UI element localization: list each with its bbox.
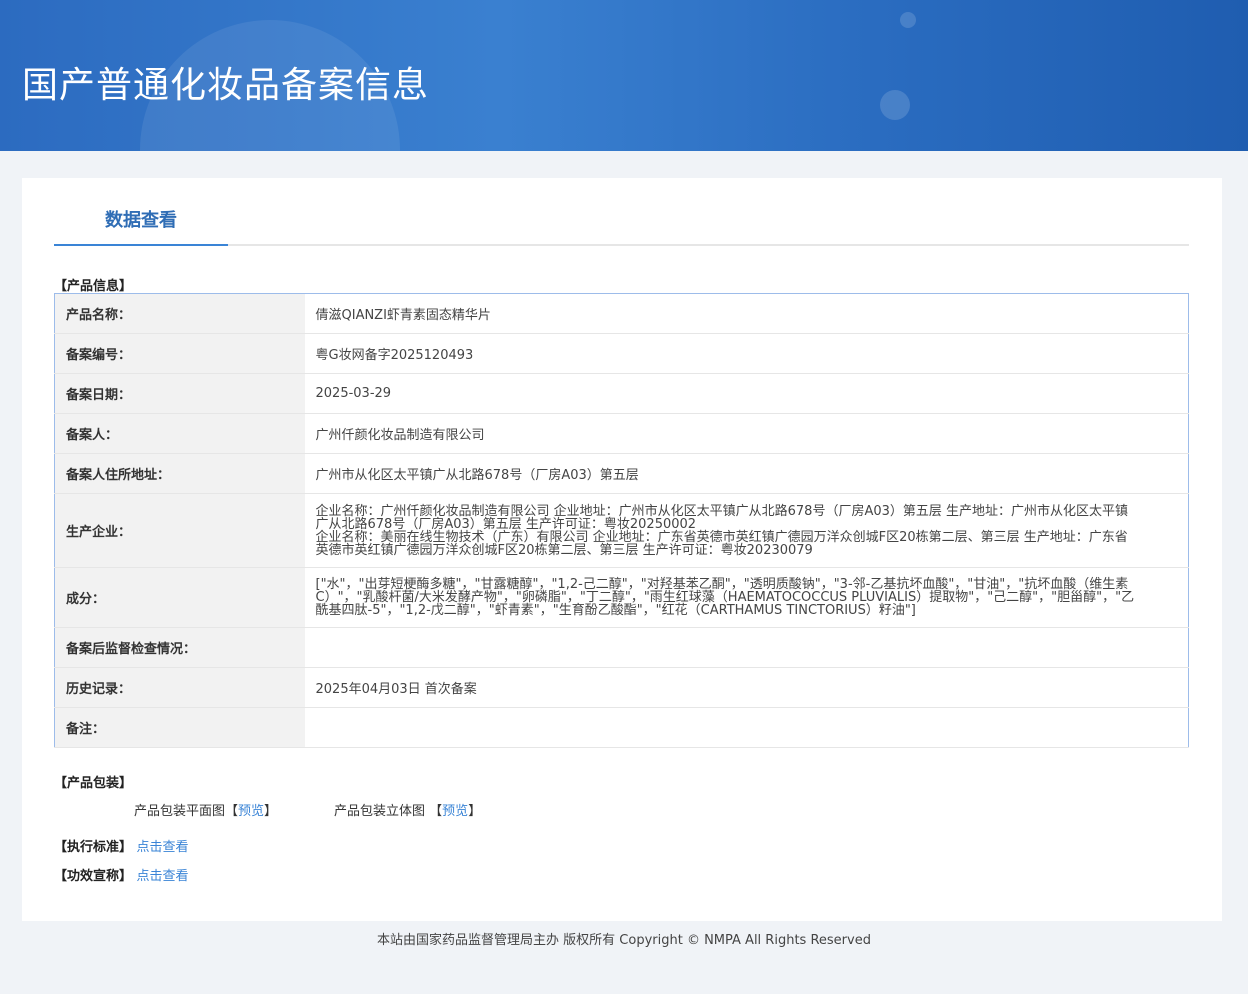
- packaging-flat: 产品包装平面图【预览】: [134, 800, 277, 819]
- header-decoration: [880, 90, 910, 120]
- table-row: 备案人住所地址： 广州市从化区太平镇广从北路678号（厂房A03）第五层: [54, 453, 1189, 494]
- tab-underline: [54, 244, 1189, 246]
- manufacturer-entry: 企业名称：广州仟颜化妆品制造有限公司 企业地址：广州市从化区太平镇广从北路678…: [315, 503, 1129, 532]
- manufacturer-entry: 企业名称：美丽在线生物技术（广东）有限公司 企业地址：广东省英德市英红镇广德园万…: [315, 529, 1128, 558]
- standard-row: 【执行标准】 点击查看: [54, 836, 189, 855]
- efficacy-label: 【功效宣称】: [54, 869, 133, 884]
- row-label: 成分：: [54, 567, 305, 628]
- bracket: 【: [225, 804, 239, 819]
- row-value: 粤G妆网备字2025120493: [304, 333, 1189, 374]
- table-row: 历史记录： 2025年04月03日 首次备案: [54, 667, 1189, 708]
- row-label: 备案日期：: [54, 373, 305, 414]
- row-label: 备注：: [54, 707, 305, 748]
- bracket: 】: [468, 804, 482, 819]
- table-row: 产品名称： 倩滋QIANZI虾青素固态精华片: [54, 293, 1189, 334]
- row-value: [304, 707, 1189, 748]
- row-label: 历史记录：: [54, 667, 305, 708]
- table-row: 备案人： 广州仟颜化妆品制造有限公司: [54, 413, 1189, 454]
- row-value: 2025-03-29: [304, 373, 1189, 414]
- row-value: [304, 627, 1189, 668]
- packaging-heading: 【产品包装】: [54, 776, 133, 791]
- page-title: 国产普通化妆品备案信息: [22, 65, 430, 106]
- row-value: 广州仟颜化妆品制造有限公司: [304, 413, 1189, 454]
- packaging-solid-preview-link[interactable]: 预览: [442, 804, 468, 819]
- page-header: 国产普通化妆品备案信息: [0, 0, 1248, 151]
- packaging-flat-label: 产品包装平面图: [134, 804, 226, 819]
- standard-label: 【执行标准】: [54, 840, 133, 855]
- standard-view-link[interactable]: 点击查看: [137, 840, 189, 855]
- table-row: 备注：: [54, 707, 1189, 748]
- table-row: 备案日期： 2025-03-29: [54, 373, 1189, 414]
- efficacy-row: 【功效宣称】 点击查看: [54, 865, 189, 884]
- row-label: 备案后监督检查情况：: [54, 627, 305, 668]
- row-value: 广州市从化区太平镇广从北路678号（厂房A03）第五层: [304, 453, 1189, 494]
- row-label: 产品名称：: [54, 293, 305, 334]
- product-info-table: 产品名称： 倩滋QIANZI虾青素固态精华片 备案编号： 粤G妆网备字2025120…: [54, 293, 1189, 748]
- tab-data-view[interactable]: 数据查看: [54, 206, 228, 232]
- table-row: 备案编号： 粤G妆网备字2025120493: [54, 333, 1189, 374]
- ingredients-value: ["水"，"出芽短梗酶多糖"，"甘露糖醇"，"1,2-己二醇"，"对羟基苯乙酮"…: [315, 577, 1135, 618]
- row-label: 生产企业：: [54, 493, 305, 568]
- row-value: 2025年04月03日 首次备案: [304, 667, 1189, 708]
- content-card: 数据查看 【产品信息】 产品名称： 倩滋QIANZI虾青素固态精华片 备案编号：粤…: [22, 178, 1222, 921]
- packaging-flat-preview-link[interactable]: 预览: [238, 804, 264, 819]
- bracket: 【: [429, 804, 443, 819]
- bracket: 】: [264, 804, 278, 819]
- row-label: 备案人住所地址：: [54, 453, 305, 494]
- packaging-solid-label: 产品包装立体图: [334, 804, 426, 819]
- footer-copyright: 本站由国家药品监督管理局主办 版权所有 Copyright © NMPA All…: [377, 933, 871, 948]
- product-info-heading: 【产品信息】: [54, 279, 133, 294]
- row-label: 备案编号：: [54, 333, 305, 374]
- header-decoration: [900, 12, 916, 28]
- efficacy-view-link[interactable]: 点击查看: [137, 869, 189, 884]
- table-row: 生产企业： 企业名称：广州仟颜化妆品制造有限公司 企业地址：广州市从化区太平镇广从…: [54, 493, 1189, 568]
- table-row: 成分： ["水"，"出芽短梗酶多糖"，"甘露糖醇"，"1,2-己二醇"，"对羟基苯…: [54, 567, 1189, 628]
- row-label: 备案人：: [54, 413, 305, 454]
- table-row: 备案后监督检查情况：: [54, 627, 1189, 668]
- row-value: 倩滋QIANZI虾青素固态精华片: [304, 293, 1189, 334]
- packaging-solid: 产品包装立体图 【预览】: [334, 800, 481, 819]
